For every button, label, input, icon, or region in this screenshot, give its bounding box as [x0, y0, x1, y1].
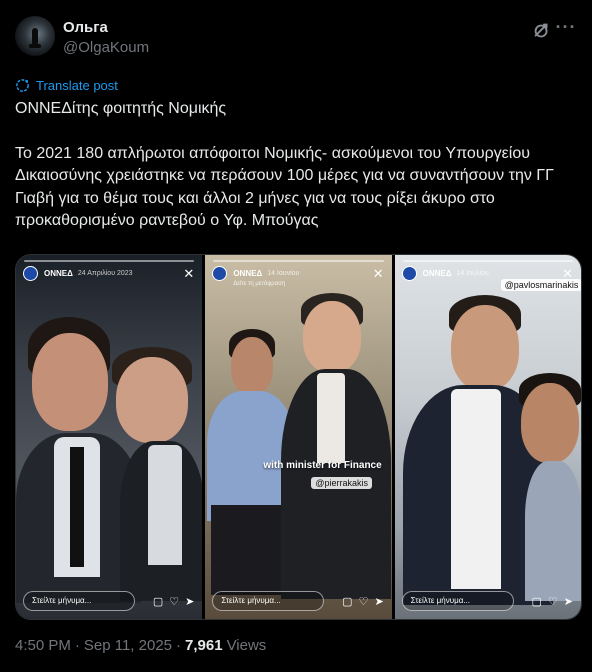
sticker-icon: ▢: [342, 595, 353, 608]
story-date: 14 Ιουλίου: [456, 269, 489, 277]
photo-face: [116, 357, 188, 443]
sticker-icon: ▢: [531, 595, 542, 608]
story-reply-bar: Στείλτε μήνυμα... ▢ ♡ ➤: [401, 591, 573, 611]
heart-icon: ♡: [169, 595, 180, 608]
photo-tie: [70, 447, 84, 567]
heart-icon: ♡: [358, 595, 369, 608]
translate-post-link[interactable]: Translate post: [15, 76, 118, 94]
close-icon: ✕: [183, 265, 195, 281]
story-mention-tag: @pierrakakis: [311, 477, 372, 489]
avatar-figure: [32, 28, 38, 44]
avatar-figure-base: [29, 44, 41, 48]
story-subline: Δείτε τη μετάφραση: [233, 281, 286, 287]
views-label: Views: [226, 637, 267, 654]
photo-shirt: [524, 461, 581, 601]
close-icon: ✕: [372, 265, 384, 281]
story-actions: ▢ ♡ ➤: [531, 595, 573, 608]
media-panel-2[interactable]: ΟΝΝΕΔ 14 Ιουνίου ✕ Δείτε τη μετάφραση wi…: [205, 255, 392, 619]
story-header: ΟΝΝΕΔ 14 Ιουνίου ✕: [212, 264, 384, 282]
more-options-icon[interactable]: ···: [555, 18, 577, 40]
story-date: 24 Απριλίου 2023: [77, 269, 133, 277]
photo-face: [32, 333, 108, 431]
media-panel-3[interactable]: ΟΝΝΕΔ 14 Ιουλίου ✕ @pavlosmarinakis Στεί…: [394, 255, 581, 619]
views-count[interactable]: 7,961: [185, 637, 223, 654]
media-grid[interactable]: ΟΝΝΕΔ 24 Απριλίου 2023 ✕ Στείλτε μήνυμα.…: [15, 254, 582, 620]
post-meta: 4:50 PM · Sep 11, 2025 · 7,961 Views: [15, 637, 266, 654]
story-progress-bar: [402, 260, 573, 262]
photo-face: [303, 301, 362, 373]
heart-icon: ♡: [547, 595, 558, 608]
close-icon: ✕: [562, 265, 573, 281]
photo-face: [520, 383, 579, 463]
author-name[interactable]: Ольга: [63, 19, 108, 36]
story-progress-bar: [213, 260, 384, 262]
grok-icon[interactable]: [531, 20, 553, 42]
photo-face: [450, 305, 519, 391]
story-account: ΟΝΝΕΔ: [44, 268, 73, 278]
story-caption: with minister for Finance: [263, 460, 382, 471]
reply-input: Στείλτε μήνυμα...: [401, 591, 514, 611]
translate-post-label[interactable]: Translate post: [36, 78, 118, 93]
author-handle[interactable]: @OlgaKoum: [63, 39, 149, 56]
reply-input: Στείλτε μήνυμα...: [212, 591, 325, 611]
translate-icon: [16, 78, 29, 92]
account-logo-icon: [401, 265, 417, 281]
sticker-icon: ▢: [152, 595, 164, 608]
photo-shirt: [317, 373, 346, 463]
story-header: ΟΝΝΕΔ 24 Απριλίου 2023 ✕: [23, 264, 194, 282]
avatar[interactable]: [15, 16, 55, 56]
send-icon: ➤: [185, 595, 195, 608]
account-logo-icon: [23, 265, 38, 281]
story-mention-tag: @pavlosmarinakis: [500, 279, 581, 291]
story-reply-bar: Στείλτε μήνυμα... ▢ ♡ ➤: [23, 591, 194, 611]
story-actions: ▢ ♡ ➤: [342, 595, 384, 608]
post-text: ΟΝΝΕΔίτης φοιτητής Νομικής Το 2021 180 α…: [15, 98, 580, 233]
account-logo-icon: [212, 265, 228, 281]
photo-shirt: [450, 389, 501, 589]
meta-separator: ·: [74, 637, 80, 654]
media-panel-1[interactable]: ΟΝΝΕΔ 24 Απριλίου 2023 ✕ Στείλτε μήνυμα.…: [16, 255, 203, 619]
story-actions: ▢ ♡ ➤: [153, 595, 195, 608]
send-icon: ➤: [374, 595, 384, 608]
photo-shirt: [148, 445, 182, 565]
reply-input: Στείλτε μήνυμα...: [23, 591, 135, 611]
post-date[interactable]: Sep 11, 2025: [84, 637, 172, 654]
post-header: Ольга @OlgaKoum ···: [15, 16, 577, 60]
story-account: ΟΝΝΕΔ: [422, 268, 452, 278]
post-line-1: ΟΝΝΕΔίτης φοιτητής Νομικής: [15, 100, 227, 117]
story-account: ΟΝΝΕΔ: [233, 268, 263, 278]
story-date: 14 Ιουνίου: [267, 269, 300, 277]
post-line-2: Το 2021 180 απλήρωτοι απόφοιτοι Νομικής-…: [15, 144, 554, 230]
send-icon: ➤: [563, 595, 573, 608]
meta-separator: ·: [176, 637, 182, 654]
post-time[interactable]: 4:50 PM: [15, 637, 71, 654]
story-progress-bar: [24, 260, 195, 262]
story-reply-bar: Στείλτε μήνυμα... ▢ ♡ ➤: [212, 591, 384, 611]
photo-face: [231, 337, 274, 395]
